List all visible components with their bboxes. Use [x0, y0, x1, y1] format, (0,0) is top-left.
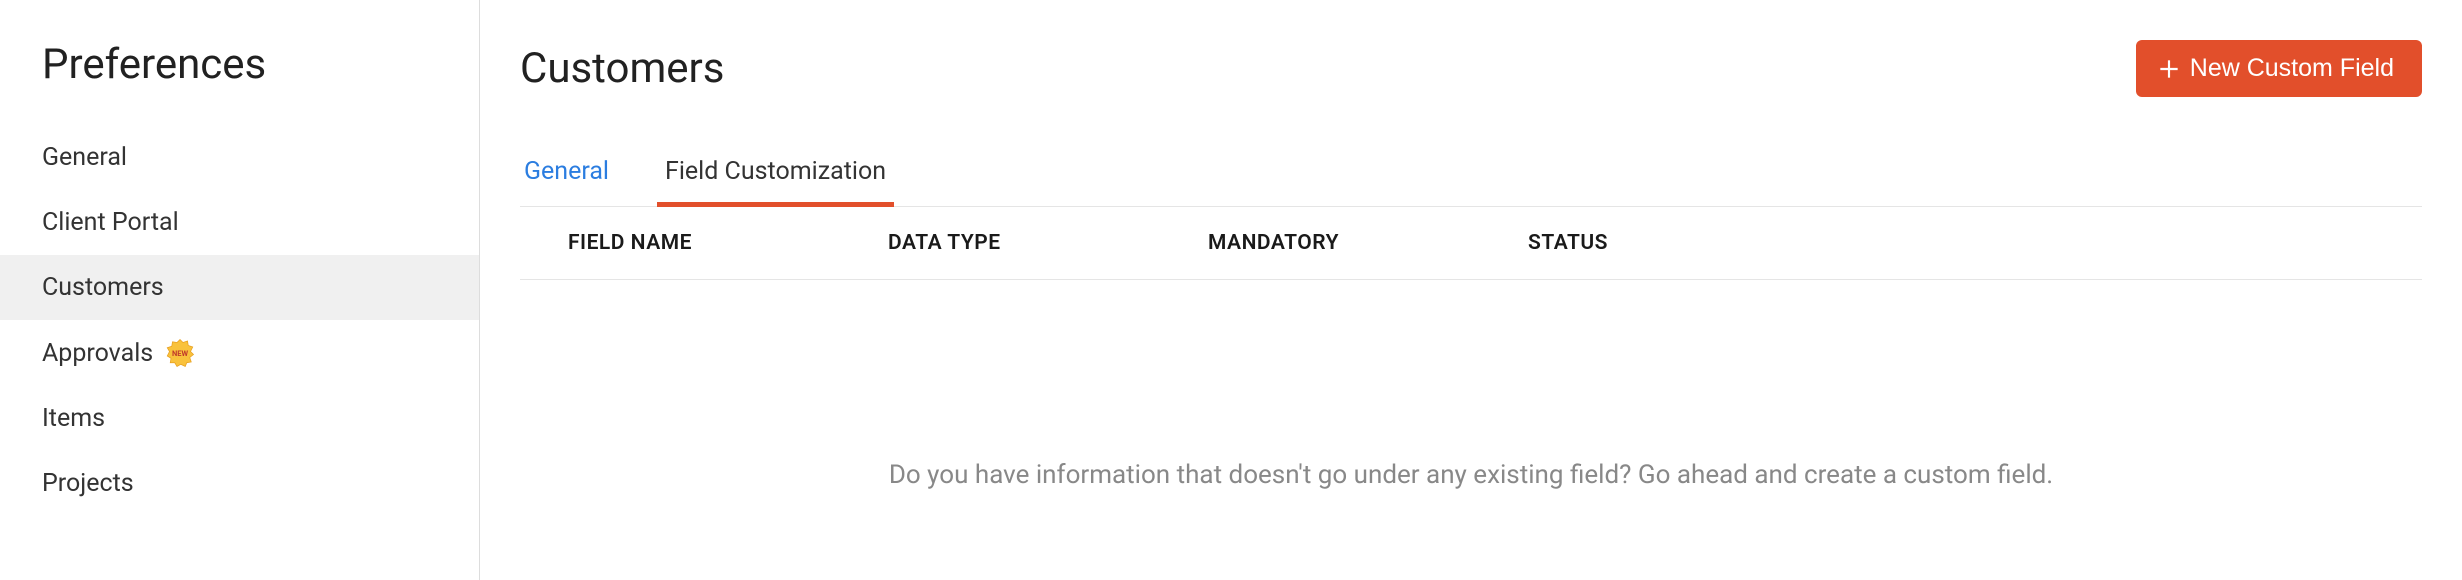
sidebar-item-approvals[interactable]: Approvals NEW — [0, 320, 479, 386]
sidebar-item-client-portal[interactable]: Client Portal — [0, 190, 479, 255]
tab-general[interactable]: General — [520, 157, 613, 206]
sidebar-item-label: Items — [42, 404, 105, 433]
tab-label: Field Customization — [665, 157, 886, 186]
sidebar-title: Preferences — [0, 40, 479, 125]
empty-state-message: Do you have information that doesn't go … — [520, 280, 2422, 490]
sidebar-item-items[interactable]: Items — [0, 386, 479, 451]
new-badge-icon: NEW — [165, 338, 195, 368]
column-header-field-name: FIELD NAME — [568, 231, 888, 255]
column-header-status: STATUS — [1528, 231, 2422, 255]
sidebar-item-projects[interactable]: Projects — [0, 451, 479, 516]
new-custom-field-button[interactable]: New Custom Field — [2136, 40, 2422, 97]
sidebar-item-general[interactable]: General — [0, 125, 479, 190]
tabs: General Field Customization — [520, 157, 2422, 207]
table-header-row: FIELD NAME DATA TYPE MANDATORY STATUS — [520, 207, 2422, 280]
svg-text:NEW: NEW — [172, 349, 189, 358]
sidebar-item-label: Customers — [42, 273, 164, 302]
tab-field-customization[interactable]: Field Customization — [661, 157, 890, 206]
page-title: Customers — [520, 44, 724, 93]
main-header: Customers New Custom Field — [520, 40, 2422, 97]
sidebar-item-label: Approvals — [42, 339, 153, 368]
sidebar: Preferences General Client Portal Custom… — [0, 0, 480, 580]
main-content: Customers New Custom Field General Field… — [480, 0, 2462, 580]
sidebar-item-label: Projects — [42, 469, 134, 498]
sidebar-item-label: Client Portal — [42, 208, 179, 237]
column-header-mandatory: MANDATORY — [1208, 231, 1528, 255]
tab-label: General — [524, 157, 609, 186]
plus-icon — [2156, 56, 2182, 82]
sidebar-item-label: General — [42, 143, 127, 172]
column-header-data-type: DATA TYPE — [888, 231, 1208, 255]
new-button-label: New Custom Field — [2190, 54, 2394, 83]
sidebar-item-customers[interactable]: Customers — [0, 255, 479, 320]
